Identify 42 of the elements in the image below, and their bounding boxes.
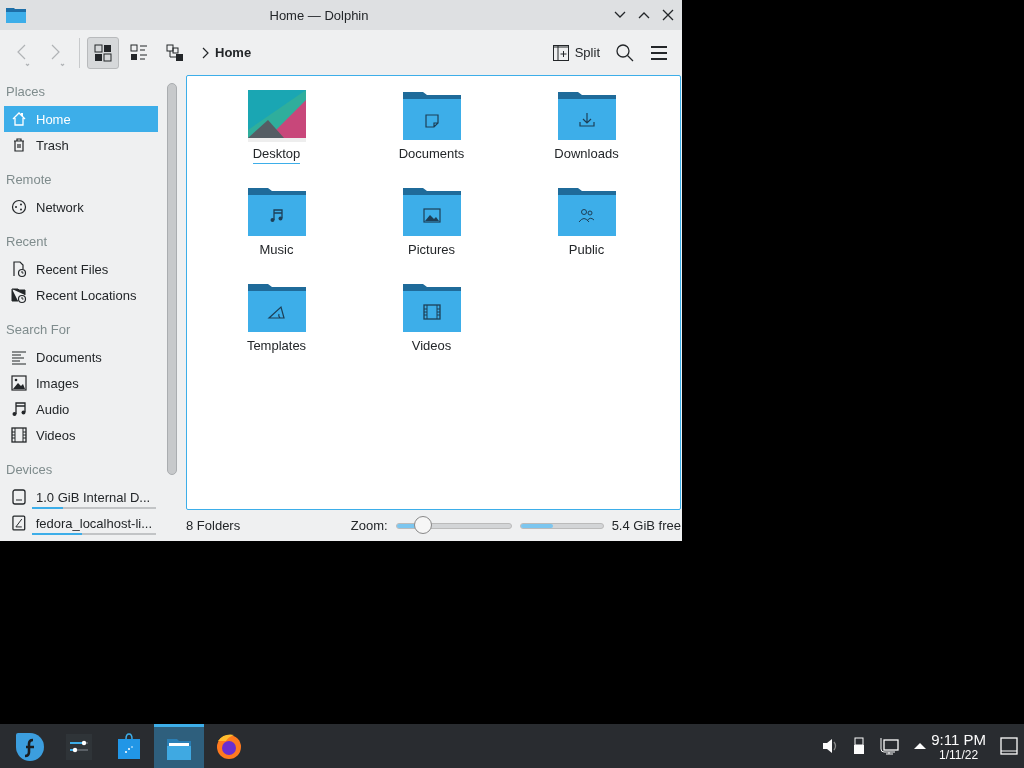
- sidebar-item[interactable]: Recent Files: [4, 256, 158, 282]
- sidebar-label: Home: [36, 111, 71, 127]
- section-heading: Devices: [5, 461, 54, 479]
- sidebar-item[interactable]: fedora_localhost-li...: [4, 510, 158, 536]
- section-heading: Remote: [5, 171, 53, 189]
- section-heading: Search For: [5, 321, 72, 339]
- split-button[interactable]: Split: [546, 40, 606, 65]
- sidebar-label: Recent Files: [36, 261, 109, 277]
- folder-name[interactable]: Music: [259, 242, 294, 259]
- sidebar-item[interactable]: Videos: [4, 422, 158, 448]
- sidebar-item[interactable]: Trash: [4, 132, 158, 158]
- folder-name[interactable]: Downloads: [554, 146, 619, 163]
- sidebar-label: Trash: [36, 137, 69, 153]
- sidebar-label: fedora_localhost-li...: [35, 515, 152, 531]
- clock-time[interactable]: 9:11 PM: [931, 730, 986, 748]
- folder-name[interactable]: Videos: [411, 338, 452, 355]
- sidebar-item[interactable]: Audio: [4, 396, 158, 422]
- breadcrumb[interactable]: Home: [215, 45, 252, 60]
- folder-name[interactable]: Pictures: [408, 242, 455, 259]
- sidebar-label: Images: [36, 375, 79, 391]
- folder-name[interactable]: Templates: [246, 338, 307, 355]
- sidebar-label: 1.0 GiB Internal D...: [36, 489, 151, 505]
- clock-date[interactable]: 1/11/22: [939, 747, 979, 762]
- sidebar-label: Recent Locations: [36, 287, 137, 303]
- sidebar-item[interactable]: 1.0 GiB Internal D...: [4, 484, 158, 510]
- sidebar-label: Audio: [36, 401, 70, 417]
- sidebar-item[interactable]: Network: [4, 194, 158, 220]
- sidebar-item[interactable]: Documents: [4, 344, 158, 370]
- sidebar-item[interactable]: Recent Locations: [4, 282, 158, 308]
- window-title: Home — Dolphin: [268, 7, 370, 23]
- folder-name[interactable]: Documents: [398, 146, 465, 163]
- folder-name[interactable]: Public: [568, 242, 605, 259]
- free-space-text: 5.4 GiB free: [611, 518, 681, 533]
- sidebar-label: Videos: [36, 427, 76, 443]
- folder-name[interactable]: Desktop: [252, 146, 301, 164]
- sidebar-label: Documents: [36, 349, 102, 365]
- sidebar-item[interactable]: Images: [4, 370, 158, 396]
- item-count: 8 Folders: [186, 518, 241, 533]
- zoom-label: Zoom:: [350, 518, 388, 533]
- sidebar-label: Network: [36, 199, 84, 215]
- section-heading: Places: [5, 83, 47, 101]
- section-heading: Recent: [5, 233, 49, 251]
